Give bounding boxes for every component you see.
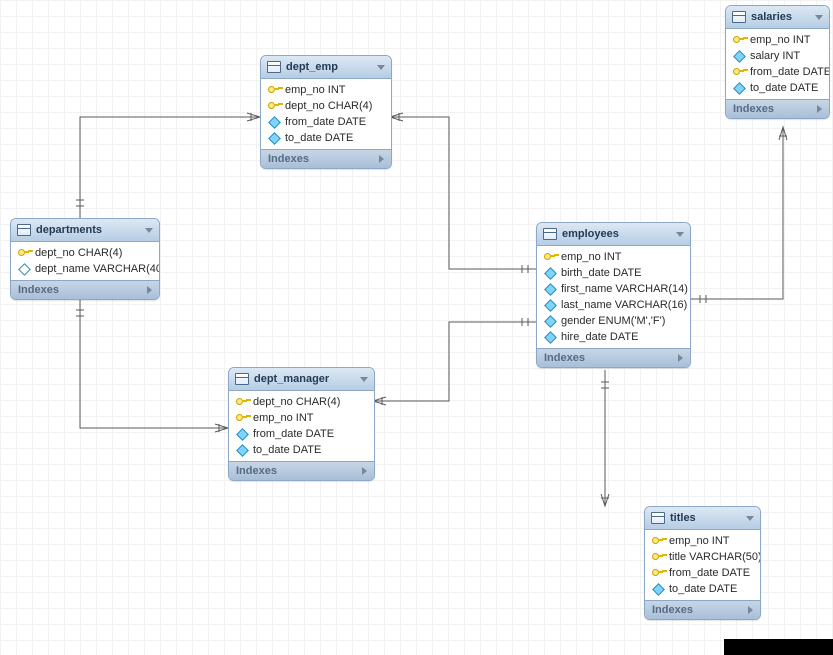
indexes-footer[interactable]: Indexes — [645, 600, 760, 619]
table-header[interactable]: dept_emp — [261, 56, 391, 79]
table-icon — [651, 512, 665, 524]
column-from_date[interactable]: from_date DATE — [645, 565, 760, 581]
table-header[interactable]: departments — [11, 219, 159, 242]
table-header[interactable]: dept_manager — [229, 368, 374, 391]
key-icon — [18, 247, 30, 259]
table-icon — [543, 228, 557, 240]
chevron-down-icon[interactable] — [815, 15, 823, 20]
table-icon — [235, 373, 249, 385]
diamond-icon — [544, 315, 556, 327]
column-emp_no[interactable]: emp_no INT — [645, 533, 760, 549]
diamond-icon — [268, 132, 280, 144]
table-employees[interactable]: employees emp_no INT birth_date DATE fir… — [536, 222, 691, 368]
key-icon — [733, 34, 745, 46]
table-title: employees — [562, 228, 619, 240]
table-title: dept_manager — [254, 373, 329, 385]
column-from_date[interactable]: from_date DATE — [726, 64, 829, 80]
table-header[interactable]: titles — [645, 507, 760, 530]
table-icon — [732, 11, 746, 23]
table-title: salaries — [751, 11, 792, 23]
column-last_name[interactable]: last_name VARCHAR(16) — [537, 297, 690, 313]
chevron-right-icon — [147, 286, 152, 294]
chevron-down-icon[interactable] — [676, 232, 684, 237]
column-dept_no[interactable]: dept_no CHAR(4) — [11, 245, 159, 261]
columns-list: dept_no CHAR(4) emp_no INT from_date DAT… — [229, 391, 374, 461]
diamond-icon — [652, 583, 664, 595]
table-title: dept_emp — [286, 61, 338, 73]
key-icon — [236, 412, 248, 424]
column-title[interactable]: title VARCHAR(50) — [645, 549, 760, 565]
indexes-footer[interactable]: Indexes — [726, 99, 829, 118]
columns-list: dept_no CHAR(4) dept_name VARCHAR(40) — [11, 242, 159, 280]
key-icon — [236, 396, 248, 408]
diamond-icon — [544, 299, 556, 311]
key-icon — [733, 66, 745, 78]
column-emp_no[interactable]: emp_no INT — [229, 410, 374, 426]
diamond-icon — [544, 283, 556, 295]
column-to_date[interactable]: to_date DATE — [261, 130, 391, 146]
chevron-down-icon[interactable] — [145, 228, 153, 233]
chevron-down-icon[interactable] — [377, 65, 385, 70]
column-salary[interactable]: salary INT — [726, 48, 829, 64]
column-gender[interactable]: gender ENUM('M','F') — [537, 313, 690, 329]
column-from_date[interactable]: from_date DATE — [229, 426, 374, 442]
column-emp_no[interactable]: emp_no INT — [537, 249, 690, 265]
table-icon — [17, 224, 31, 236]
chevron-right-icon — [748, 606, 753, 614]
chevron-down-icon[interactable] — [360, 377, 368, 382]
indexes-footer[interactable]: Indexes — [229, 461, 374, 480]
chevron-right-icon — [817, 105, 822, 113]
key-icon — [268, 100, 280, 112]
columns-list: emp_no INT birth_date DATE first_name VA… — [537, 246, 690, 348]
table-dept_manager[interactable]: dept_manager dept_no CHAR(4) emp_no INT … — [228, 367, 375, 481]
diamond-icon — [544, 267, 556, 279]
table-titles[interactable]: titles emp_no INT title VARCHAR(50) from… — [644, 506, 761, 620]
columns-list: emp_no INT title VARCHAR(50) from_date D… — [645, 530, 760, 600]
diamond-icon — [544, 331, 556, 343]
column-to_date[interactable]: to_date DATE — [645, 581, 760, 597]
column-hire_date[interactable]: hire_date DATE — [537, 329, 690, 345]
obscured-region — [724, 639, 833, 655]
columns-list: emp_no INT salary INT from_date DATE to_… — [726, 29, 829, 99]
diamond-icon — [236, 428, 248, 440]
table-icon — [267, 61, 281, 73]
diamond-icon — [733, 82, 745, 94]
indexes-footer[interactable]: Indexes — [11, 280, 159, 299]
column-to_date[interactable]: to_date DATE — [229, 442, 374, 458]
column-dept_no[interactable]: dept_no CHAR(4) — [229, 394, 374, 410]
table-title: titles — [670, 512, 696, 524]
table-header[interactable]: employees — [537, 223, 690, 246]
chevron-right-icon — [362, 467, 367, 475]
chevron-right-icon — [678, 354, 683, 362]
table-salaries[interactable]: salaries emp_no INT salary INT from_date… — [725, 5, 830, 119]
chevron-right-icon — [379, 155, 384, 163]
table-dept_emp[interactable]: dept_emp emp_no INT dept_no CHAR(4) from… — [260, 55, 392, 169]
diamond-icon — [236, 444, 248, 456]
chevron-down-icon[interactable] — [746, 516, 754, 521]
table-title: departments — [36, 224, 102, 236]
key-icon — [268, 84, 280, 96]
key-icon — [544, 251, 556, 263]
diamond-icon — [733, 50, 745, 62]
column-dept_name[interactable]: dept_name VARCHAR(40) — [11, 261, 159, 277]
column-emp_no[interactable]: emp_no INT — [261, 82, 391, 98]
columns-list: emp_no INT dept_no CHAR(4) from_date DAT… — [261, 79, 391, 149]
column-dept_no[interactable]: dept_no CHAR(4) — [261, 98, 391, 114]
column-birth_date[interactable]: birth_date DATE — [537, 265, 690, 281]
indexes-footer[interactable]: Indexes — [261, 149, 391, 168]
column-from_date[interactable]: from_date DATE — [261, 114, 391, 130]
erd-canvas[interactable]: departments dept_no CHAR(4) dept_name VA… — [0, 0, 833, 655]
key-icon — [652, 551, 664, 563]
key-icon — [652, 535, 664, 547]
indexes-footer[interactable]: Indexes — [537, 348, 690, 367]
column-first_name[interactable]: first_name VARCHAR(14) — [537, 281, 690, 297]
key-icon — [652, 567, 664, 579]
diamond-icon — [18, 263, 30, 275]
table-header[interactable]: salaries — [726, 6, 829, 29]
column-emp_no[interactable]: emp_no INT — [726, 32, 829, 48]
table-departments[interactable]: departments dept_no CHAR(4) dept_name VA… — [10, 218, 160, 300]
diamond-icon — [268, 116, 280, 128]
column-to_date[interactable]: to_date DATE — [726, 80, 829, 96]
